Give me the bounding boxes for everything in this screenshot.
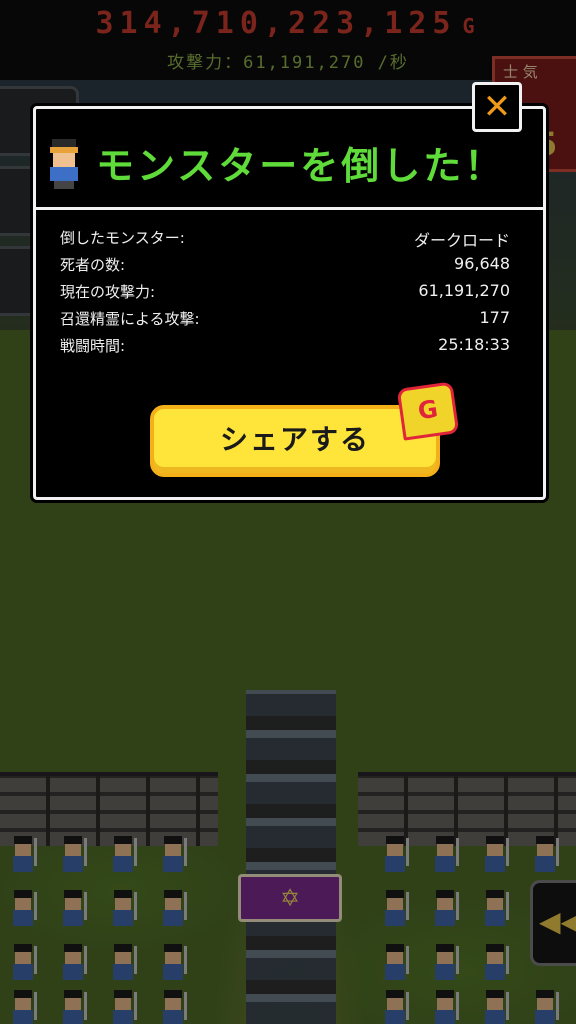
stat-row-attack: 現在の攻撃力: 61,191,270: [60, 281, 510, 308]
stat-label: 現在の攻撃力:: [60, 283, 156, 301]
stat-label: 倒したモンスター:: [60, 229, 185, 247]
dialog-header: モンスターを倒した！: [36, 109, 543, 210]
stat-label: 戦闘時間:: [60, 337, 126, 355]
gold-badge-label: G: [416, 394, 440, 426]
stat-value: 96,648: [454, 254, 510, 273]
monster-defeated-dialog: モンスターを倒した！ 倒したモンスター: ダークロード 死者の数: 96,648…: [33, 106, 546, 500]
stat-row-battle-time: 戦闘時間: 25:18:33: [60, 335, 510, 362]
dialog-title: モンスターを倒した！: [96, 144, 506, 188]
stat-value: 61,191,270: [418, 281, 510, 300]
stat-row-deaths: 死者の数: 96,648: [60, 254, 510, 281]
stat-label: 死者の数:: [60, 256, 126, 274]
stat-value: ダークロード: [413, 231, 510, 250]
share-button[interactable]: シェアする: [150, 405, 440, 477]
share-button-label: シェアする: [219, 423, 370, 456]
stat-row-spirit-attack: 召還精霊による攻撃: 177: [60, 308, 510, 335]
battle-stats: 倒したモンスター: ダークロード 死者の数: 96,648 現在の攻撃力: 61…: [60, 227, 510, 362]
hero-icon: [46, 139, 82, 189]
stat-row-monster: 倒したモンスター: ダークロード: [60, 227, 510, 254]
stat-value: 177: [479, 308, 510, 327]
stat-value: 25:18:33: [438, 335, 510, 354]
stat-label: 召還精霊による攻撃:: [60, 310, 200, 328]
gold-reward-badge: G: [396, 381, 460, 441]
close-button[interactable]: ✕: [472, 82, 522, 132]
close-icon: ✕: [482, 87, 512, 127]
